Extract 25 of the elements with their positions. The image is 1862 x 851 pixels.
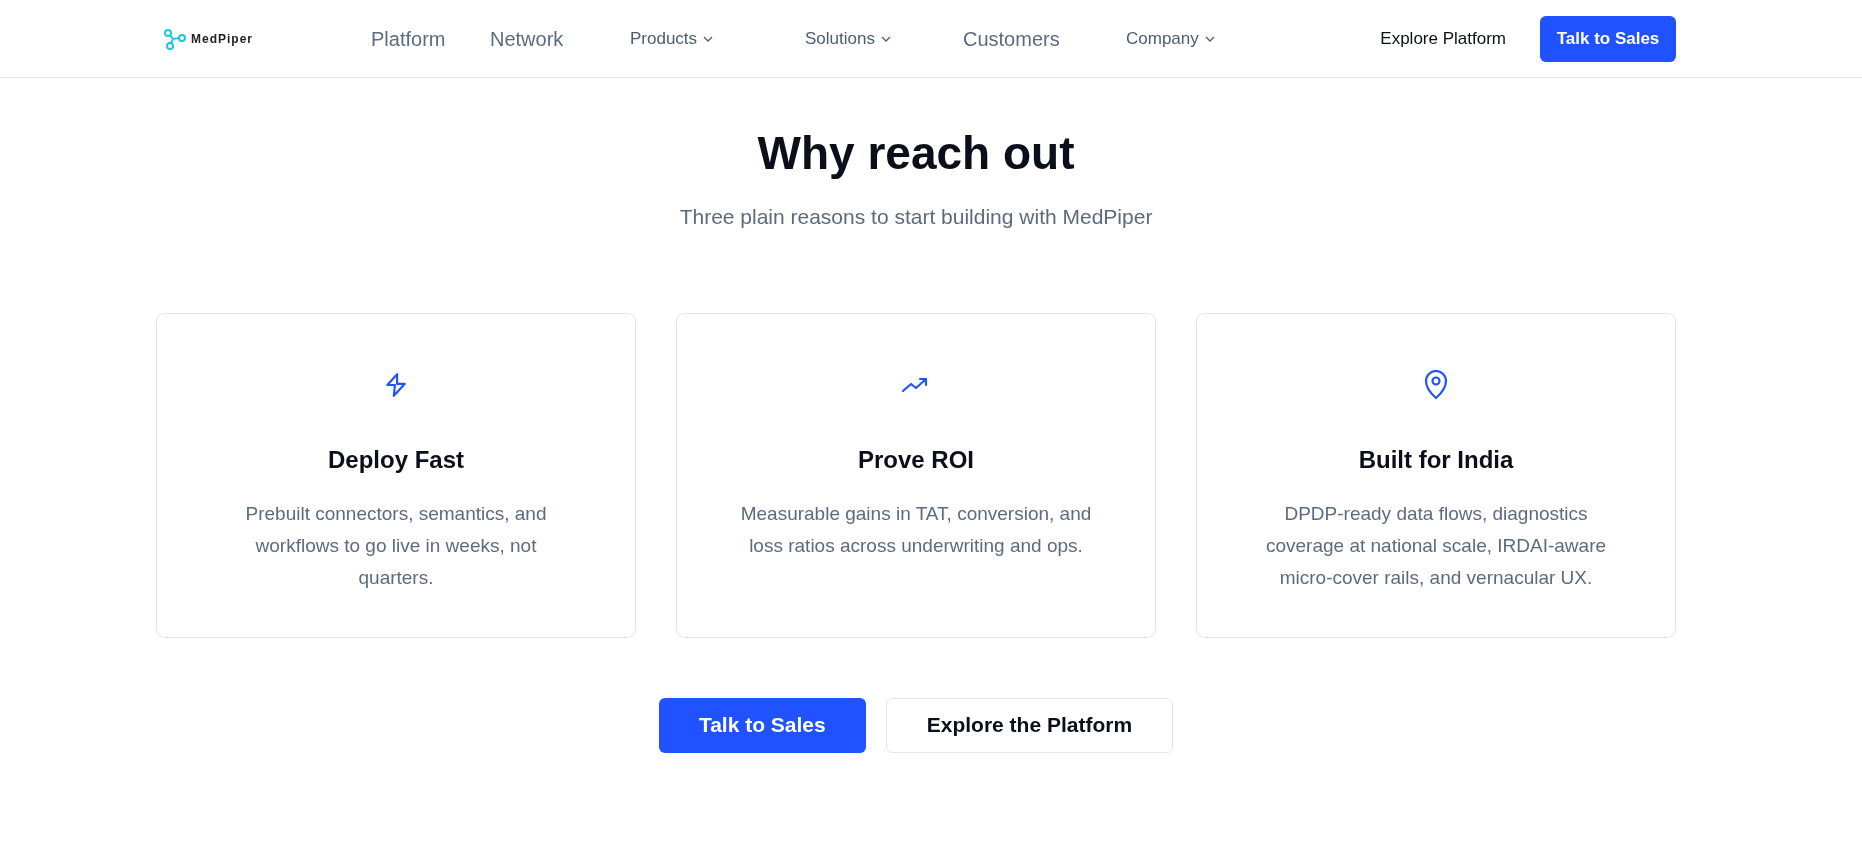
talk-to-sales-button[interactable]: Talk to Sales bbox=[658, 697, 866, 753]
lightning-bolt-icon bbox=[383, 370, 409, 399]
logo-icon bbox=[163, 27, 187, 50]
chevron-down-icon bbox=[703, 35, 714, 42]
map-pin-icon bbox=[1424, 369, 1448, 400]
card-title: Deploy Fast bbox=[328, 444, 464, 475]
card-title: Prove ROI bbox=[857, 444, 974, 475]
explore-platform-link[interactable]: Explore Platform bbox=[1380, 25, 1506, 52]
logo-text: MedPiper bbox=[191, 30, 253, 48]
card-title: Built for India bbox=[1358, 444, 1514, 475]
card-description: Measurable gains in TAT, conversion, and loss ratios across underwriting and ops. bbox=[739, 501, 1093, 558]
chevron-down-icon bbox=[1204, 35, 1215, 42]
section-title: Why reach out bbox=[757, 126, 1075, 181]
card-description: Prebuilt connectors, semantics, and workflows to go live in weeks, not quarters. bbox=[244, 501, 548, 590]
nav-link[interactable]: Network bbox=[490, 23, 630, 54]
chevron-down-icon bbox=[880, 35, 891, 42]
nav-link[interactable]: Company bbox=[1126, 25, 1246, 52]
card-description: DPDP-ready data flows, diagnostics coverage at national scale, IRDAI-aware micro-cover rails, and vernacular UX. bbox=[1264, 501, 1608, 590]
nav-link[interactable]: Solutions bbox=[805, 25, 963, 52]
talk-to-sales-button[interactable]: Talk to Sales bbox=[1540, 15, 1676, 62]
section-subtitle: Three plain reasons to start building with MedPiper bbox=[679, 204, 1153, 231]
explore-platform-button[interactable]: Explore the Platform bbox=[885, 697, 1174, 753]
nav-link[interactable]: Platform bbox=[371, 23, 490, 54]
nav-link[interactable]: Customers bbox=[963, 23, 1126, 54]
nav-link[interactable]: Products bbox=[630, 25, 805, 52]
